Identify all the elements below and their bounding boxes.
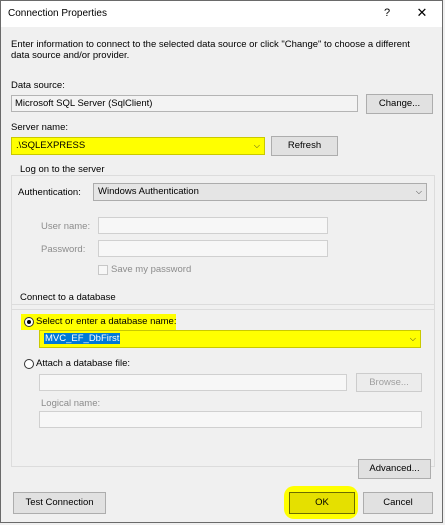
data-source-label: Data source: bbox=[11, 80, 65, 91]
authentication-combobox[interactable]: Windows Authentication ⌵ bbox=[93, 183, 427, 201]
save-password-checkbox[interactable] bbox=[98, 265, 108, 275]
browse-button[interactable]: Browse... bbox=[356, 373, 422, 392]
chevron-down-icon[interactable]: ⌵ bbox=[416, 184, 422, 200]
save-password-label: Save my password bbox=[111, 264, 192, 275]
logon-group-title: Log on to the server bbox=[17, 164, 108, 175]
chevron-down-icon[interactable]: ⌵ bbox=[410, 331, 416, 347]
database-name-combobox[interactable]: MVC_EF_DbFirst ⌵ bbox=[39, 330, 421, 348]
server-name-combobox[interactable]: .\SQLEXPRESS ⌵ bbox=[11, 137, 265, 155]
server-name-value: .\SQLEXPRESS bbox=[16, 140, 86, 151]
close-button[interactable]: ✕ bbox=[414, 5, 430, 21]
select-database-radio[interactable] bbox=[24, 317, 34, 327]
title-bar: Connection Properties ? ✕ bbox=[1, 1, 442, 27]
authentication-value: Windows Authentication bbox=[98, 186, 199, 197]
refresh-button[interactable]: Refresh bbox=[271, 136, 338, 156]
select-database-label: Select or enter a database name: bbox=[36, 316, 177, 327]
attach-database-label: Attach a database file: bbox=[36, 358, 131, 369]
data-source-field: Microsoft SQL Server (SqlClient) bbox=[11, 95, 358, 112]
user-name-label: User name: bbox=[41, 221, 91, 232]
password-label: Password: bbox=[41, 244, 86, 255]
intro-text: Enter information to connect to the sele… bbox=[11, 39, 410, 61]
logical-name-label: Logical name: bbox=[41, 398, 101, 409]
help-button[interactable]: ? bbox=[379, 5, 395, 21]
user-name-input[interactable] bbox=[98, 217, 328, 234]
connection-properties-dialog: Connection Properties ? ✕ Enter informat… bbox=[0, 0, 443, 523]
authentication-label: Authentication: bbox=[18, 187, 81, 198]
dialog-content: Enter information to connect to the sele… bbox=[1, 27, 442, 524]
dialog-title: Connection Properties bbox=[8, 8, 107, 19]
database-group-title: Connect to a database bbox=[17, 292, 119, 303]
chevron-down-icon[interactable]: ⌵ bbox=[254, 138, 260, 154]
logical-name-input[interactable] bbox=[39, 411, 422, 428]
password-input[interactable] bbox=[98, 240, 328, 257]
test-connection-button[interactable]: Test Connection bbox=[13, 492, 106, 514]
change-button[interactable]: Change... bbox=[366, 94, 433, 114]
advanced-button[interactable]: Advanced... bbox=[358, 459, 431, 479]
ok-button[interactable]: OK bbox=[289, 492, 355, 514]
attach-file-input[interactable] bbox=[39, 374, 347, 391]
server-name-label: Server name: bbox=[11, 122, 69, 133]
cancel-button[interactable]: Cancel bbox=[363, 492, 433, 514]
database-name-value: MVC_EF_DbFirst bbox=[44, 333, 121, 344]
attach-database-radio[interactable] bbox=[24, 359, 34, 369]
